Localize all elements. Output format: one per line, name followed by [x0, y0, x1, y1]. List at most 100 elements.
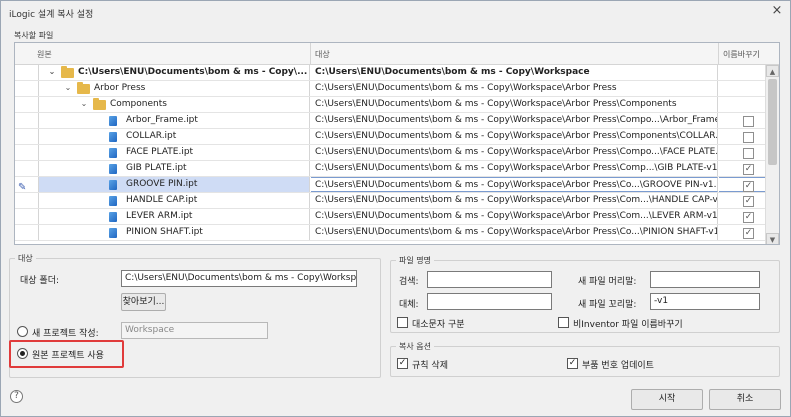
search-input[interactable] [427, 271, 552, 288]
rename-non-inventor-checkbox[interactable] [558, 317, 569, 328]
column-header-rename[interactable]: 이름바꾸기 [723, 49, 760, 60]
table-row[interactable]: GIB PLATE.ipt C:\Users\ENU\Documents\bom … [15, 161, 766, 177]
target-folder-input[interactable]: C:\Users\ENU\Documents\bom & ms - Copy\W… [121, 270, 357, 287]
table-row[interactable]: GROOVE PIN.ipt C:\Users\ENU\Documents\bom… [15, 177, 766, 193]
case-sensitive-label: 대소문자 구분 [412, 320, 465, 330]
row-gutter [15, 65, 39, 80]
table-row[interactable]: ⌄ Arbor Press C:\Users\ENU\Documents\bom &… [15, 81, 766, 97]
source-cell[interactable]: LEVER ARM.ipt [39, 209, 310, 224]
row-gutter [15, 209, 39, 224]
rename-checkbox[interactable] [743, 116, 754, 127]
column-header-source[interactable]: 원본 [37, 49, 52, 60]
column-header-destination[interactable]: 대상 [315, 49, 330, 60]
rename-cell: ✓ [719, 209, 766, 224]
table-row[interactable]: LEVER ARM.ipt C:\Users\ENU\Documents\bom … [15, 209, 766, 225]
rename-cell [719, 129, 766, 144]
files-section-label: 복사할 파일 [14, 31, 54, 40]
replace-label: 대체: [399, 300, 419, 310]
table-row[interactable]: PINION SHAFT.ipt C:\Users\ENU\Documents\b… [15, 225, 766, 241]
rename-non-inventor-label: 비Inventor 파일 이름바꾸기 [573, 320, 683, 330]
table-row[interactable]: ⌄ C:\Users\ENU\Documents\bom & ms - Copy\… [15, 65, 766, 81]
table-row[interactable]: HANDLE CAP.ipt C:\Users\ENU\Documents\bom… [15, 193, 766, 209]
window-title: iLogic 설계 복사 설정 [9, 10, 94, 20]
suffix-label: 새 파일 꼬리말: [578, 300, 637, 310]
source-cell[interactable]: Arbor_Frame.ipt [39, 113, 310, 128]
cancel-button[interactable]: 취소 [709, 389, 781, 410]
delete-rules-checkbox[interactable]: ✓ [397, 358, 408, 369]
expand-chevron-icon[interactable]: ⌄ [63, 83, 73, 93]
rename-cell [719, 113, 766, 128]
source-cell[interactable]: GROOVE PIN.ipt [39, 177, 310, 192]
expand-chevron-icon[interactable]: ⌄ [47, 67, 57, 77]
rename-checkbox[interactable]: ✓ [743, 212, 754, 223]
source-cell[interactable]: ⌄ Components [39, 97, 310, 112]
destination-cell[interactable]: C:\Users\ENU\Documents\bom & ms - Copy\W… [311, 193, 718, 208]
source-name: LEVER ARM.ipt [126, 211, 193, 221]
new-project-radio[interactable] [17, 326, 28, 337]
folder-icon [93, 98, 106, 110]
scroll-down-icon[interactable]: ▼ [766, 233, 779, 244]
scroll-thumb[interactable] [768, 79, 777, 165]
table-row[interactable]: FACE PLATE.ipt C:\Users\ENU\Documents\bom… [15, 145, 766, 161]
source-name: C:\Users\ENU\Documents\bom & ms - Copy\.… [78, 67, 308, 77]
part-file-icon [109, 148, 117, 158]
update-part-numbers-checkbox[interactable]: ✓ [567, 358, 578, 369]
table-row[interactable]: ⌄ Components C:\Users\ENU\Documents\bom & … [15, 97, 766, 113]
destination-cell[interactable]: C:\Users\ENU\Documents\bom & ms - Copy\W… [311, 129, 718, 144]
source-name: Arbor Press [94, 83, 146, 93]
help-icon[interactable]: ? [10, 390, 23, 403]
rename-checkbox[interactable] [743, 132, 754, 143]
destination-cell[interactable]: C:\Users\ENU\Documents\bom & ms - Copy\W… [311, 225, 718, 240]
target-folder-label: 대상 폴더: [20, 276, 60, 286]
source-cell[interactable]: FACE PLATE.ipt [39, 145, 310, 160]
source-cell[interactable]: PINION SHAFT.ipt [39, 225, 310, 240]
row-gutter [15, 129, 39, 144]
table-row[interactable]: Arbor_Frame.ipt C:\Users\ENU\Documents\bo… [15, 113, 766, 129]
close-icon[interactable]: × [770, 4, 784, 18]
destination-cell[interactable]: C:\Users\ENU\Documents\bom & ms - Copy\W… [311, 113, 718, 128]
source-name: HANDLE CAP.ipt [126, 195, 198, 205]
case-sensitive-checkbox[interactable] [397, 317, 408, 328]
destination-cell[interactable]: C:\Users\ENU\Documents\bom & ms - Copy\W… [311, 97, 718, 112]
source-name: PINION SHAFT.ipt [126, 227, 203, 237]
new-project-input[interactable]: Workspace [121, 322, 268, 339]
rename-cell [719, 65, 766, 80]
rename-cell: ✓ [719, 225, 766, 240]
rename-checkbox[interactable]: ✓ [743, 196, 754, 207]
destination-cell[interactable]: C:\Users\ENU\Documents\bom & ms - Copy\W… [311, 65, 718, 80]
suffix-input[interactable]: -v1 [650, 293, 760, 310]
browse-button[interactable]: 찾아보기... [121, 293, 166, 311]
vertical-scrollbar[interactable]: ▲ ▼ [765, 65, 779, 244]
rename-cell: ✓ [719, 193, 766, 208]
expand-chevron-icon[interactable]: ⌄ [79, 99, 89, 109]
rename-checkbox[interactable]: ✓ [743, 164, 754, 175]
rename-checkbox[interactable]: ✓ [743, 181, 754, 192]
destination-cell[interactable]: C:\Users\ENU\Documents\bom & ms - Copy\W… [311, 209, 718, 224]
source-cell[interactable]: GIB PLATE.ipt [39, 161, 310, 176]
source-name: FACE PLATE.ipt [126, 147, 194, 157]
row-gutter [15, 193, 39, 208]
source-cell[interactable]: COLLAR.ipt [39, 129, 310, 144]
scroll-up-icon[interactable]: ▲ [766, 65, 779, 77]
part-file-icon [109, 164, 117, 174]
row-gutter [15, 145, 39, 160]
destination-cell[interactable]: C:\Users\ENU\Documents\bom & ms - Copy\W… [311, 177, 718, 192]
source-name: Components [110, 99, 167, 109]
source-cell[interactable]: HANDLE CAP.ipt [39, 193, 310, 208]
part-file-icon [109, 228, 117, 238]
table-row[interactable]: COLLAR.ipt C:\Users\ENU\Documents\bom & m… [15, 129, 766, 145]
source-cell[interactable]: ⌄ C:\Users\ENU\Documents\bom & ms - Copy\… [39, 65, 310, 80]
destination-cell[interactable]: C:\Users\ENU\Documents\bom & ms - Copy\W… [311, 161, 718, 176]
rename-checkbox[interactable]: ✓ [743, 228, 754, 239]
destination-cell[interactable]: C:\Users\ENU\Documents\bom & ms - Copy\W… [311, 145, 718, 160]
source-cell[interactable]: ⌄ Arbor Press [39, 81, 310, 96]
copy-options-legend: 복사 옵션 [396, 341, 434, 352]
row-gutter [15, 97, 39, 112]
folder-icon [77, 82, 90, 94]
rename-checkbox[interactable] [743, 148, 754, 159]
part-file-icon [109, 180, 117, 190]
start-button[interactable]: 시작 [631, 389, 703, 410]
prefix-input[interactable] [650, 271, 760, 288]
destination-cell[interactable]: C:\Users\ENU\Documents\bom & ms - Copy\W… [311, 81, 718, 96]
replace-input[interactable] [427, 293, 552, 310]
